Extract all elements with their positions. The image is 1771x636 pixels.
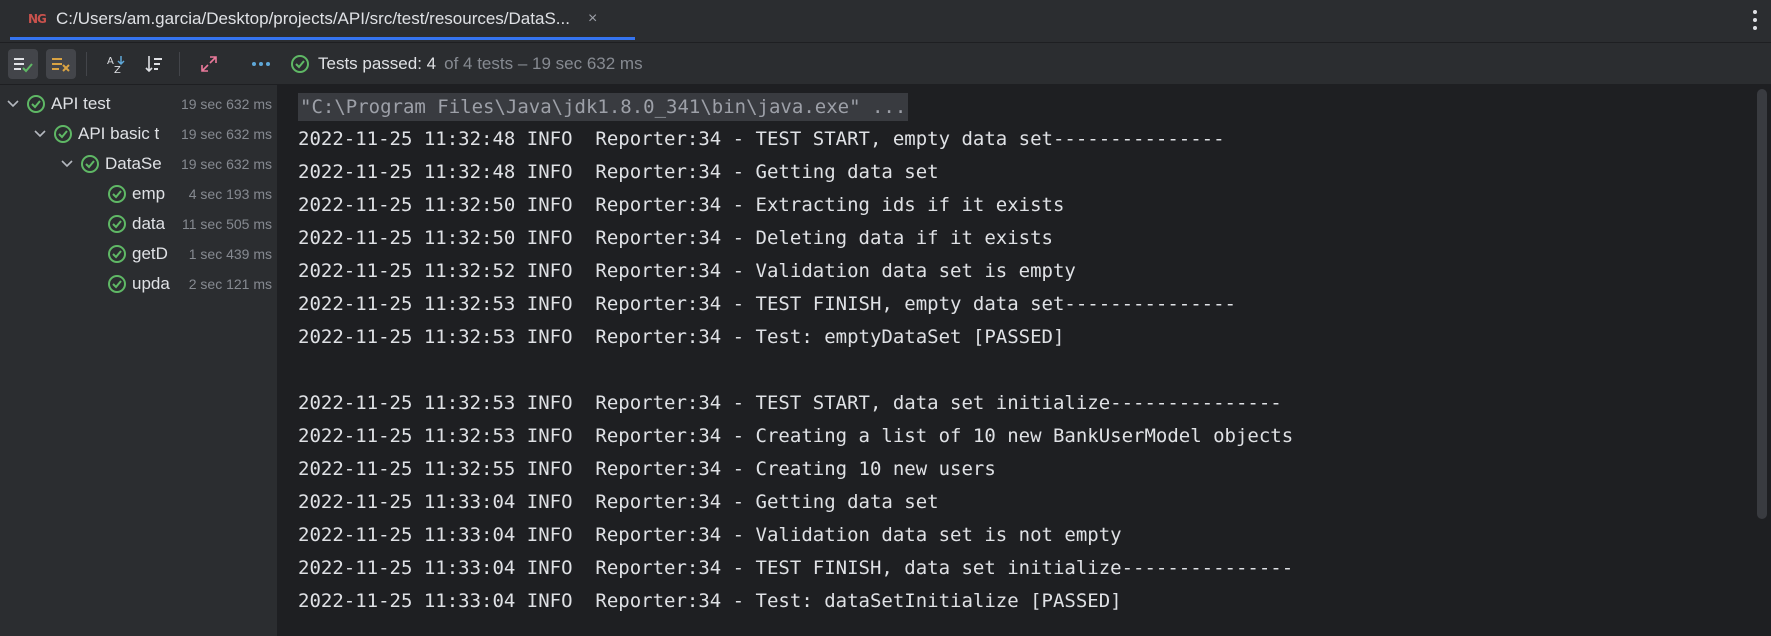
toolbar-separator [86, 51, 87, 76]
sort-alphabetically-button[interactable]: A Z [101, 49, 131, 79]
tree-node-label: upda [132, 274, 170, 293]
tree-node-test-method[interactable]: upda 2 sec 121 ms [0, 269, 277, 299]
tree-node-label: DataSe [105, 154, 162, 173]
tree-node-api-test[interactable]: API test 19 sec 632 ms [0, 89, 277, 119]
tree-node-dataset-class[interactable]: DataSe 19 sec 632 ms [0, 149, 277, 179]
ellipsis-icon [252, 61, 270, 66]
more-actions-button[interactable] [246, 49, 276, 79]
chevron-down-icon[interactable] [59, 156, 75, 172]
test-toolbar: A Z Tests passed: 4 of 4 tests – 19 sec … [0, 43, 1771, 85]
passed-check-icon [52, 123, 74, 145]
tree-node-time: 11 sec 505 ms [177, 216, 272, 232]
svg-text:A: A [107, 56, 114, 67]
console-line: 2022-11-25 11:33:04 INFO Reporter:34 - G… [298, 491, 939, 513]
tree-node-api-basic[interactable]: API basic t 19 sec 632 ms [0, 119, 277, 149]
console-line: 2022-11-25 11:33:04 INFO Reporter:34 - T… [298, 557, 1294, 579]
tree-node-label: API basic t [78, 124, 160, 143]
passed-check-icon [25, 93, 47, 115]
tree-node-test-method[interactable]: emp 4 sec 193 ms [0, 179, 277, 209]
tree-node-test-method[interactable]: data 11 sec 505 ms [0, 209, 277, 239]
tree-node-time: 2 sec 121 ms [184, 276, 272, 292]
show-ignored-icon [52, 57, 70, 72]
chevron-down-icon[interactable] [5, 96, 21, 112]
console-line: 2022-11-25 11:32:52 INFO Reporter:34 - V… [298, 260, 1076, 282]
svg-text:Z: Z [114, 65, 121, 74]
console-line: 2022-11-25 11:32:53 INFO Reporter:34 - T… [298, 293, 1236, 315]
tree-node-label: getD [132, 244, 168, 263]
status-passed: Tests passed: 4 [318, 53, 437, 73]
tree-node-test-method[interactable]: getD 1 sec 439 ms [0, 239, 277, 269]
chevron-down-icon[interactable] [32, 126, 48, 142]
console-line: 2022-11-25 11:32:53 INFO Reporter:34 - C… [298, 425, 1294, 447]
more-options-icon[interactable] [1753, 10, 1759, 30]
console-line: 2022-11-25 11:32:48 INFO Reporter:34 - T… [298, 128, 1225, 150]
passed-check-icon [291, 54, 309, 73]
tree-node-time: 19 sec 632 ms [176, 156, 272, 172]
command-line[interactable]: "C:\Program Files\Java\jdk1.8.0_341\bin\… [298, 92, 909, 121]
tree-node-label: emp [132, 184, 166, 203]
sort-duration-icon [145, 55, 162, 72]
console-line: 2022-11-25 11:33:04 INFO Reporter:34 - V… [298, 524, 1122, 546]
passed-check-icon [106, 183, 128, 205]
console-line: 2022-11-25 11:32:53 INFO Reporter:34 - T… [298, 326, 1065, 348]
toolbar-separator [179, 51, 180, 76]
passed-check-icon [106, 273, 128, 295]
tree-node-time: 19 sec 632 ms [176, 96, 272, 112]
console-scrollbar[interactable] [1757, 89, 1767, 519]
test-tree: API test 19 sec 632 ms API basic t 19 se… [0, 85, 278, 636]
testng-logo-icon: NG [28, 11, 47, 26]
expand-icon [201, 55, 217, 72]
console-output[interactable]: "C:\Program Files\Java\jdk1.8.0_341\bin\… [278, 85, 1771, 636]
run-tab[interactable]: NG C:/Users/am.garcia/Desktop/projects/A… [10, 0, 635, 40]
sort-by-duration-button[interactable] [139, 49, 169, 79]
tab-bar: NG C:/Users/am.garcia/Desktop/projects/A… [0, 0, 1771, 43]
show-passed-button[interactable] [8, 48, 38, 79]
passed-check-icon [79, 153, 101, 175]
tree-node-time: 1 sec 439 ms [184, 246, 272, 262]
tree-node-time: 4 sec 193 ms [184, 186, 272, 202]
console-line: 2022-11-25 11:33:04 INFO Reporter:34 - T… [298, 590, 1122, 612]
tree-node-label: data [132, 214, 166, 233]
tab-title: C:/Users/am.garcia/Desktop/projects/API/… [56, 8, 570, 28]
console-line: 2022-11-25 11:32:53 INFO Reporter:34 - T… [298, 392, 1282, 414]
tree-node-label: API test [51, 94, 111, 113]
console-line: 2022-11-25 11:32:50 INFO Reporter:34 - D… [298, 227, 1053, 249]
show-ignored-button[interactable] [46, 48, 76, 79]
sort-az-icon: A Z [107, 55, 125, 74]
test-status: Tests passed: 4 of 4 tests – 19 sec 632 … [290, 54, 643, 74]
passed-check-icon [106, 243, 128, 265]
passed-check-icon [106, 213, 128, 235]
tree-node-time: 19 sec 632 ms [176, 126, 272, 142]
console-line: 2022-11-25 11:32:55 INFO Reporter:34 - C… [298, 458, 996, 480]
status-summary: of 4 tests – 19 sec 632 ms [444, 53, 643, 73]
console-line: 2022-11-25 11:32:48 INFO Reporter:34 - G… [298, 161, 939, 183]
show-passed-icon [14, 57, 33, 72]
close-icon[interactable]: × [588, 10, 597, 28]
expand-all-button[interactable] [194, 49, 224, 79]
console-line: 2022-11-25 11:32:50 INFO Reporter:34 - E… [298, 194, 1065, 216]
